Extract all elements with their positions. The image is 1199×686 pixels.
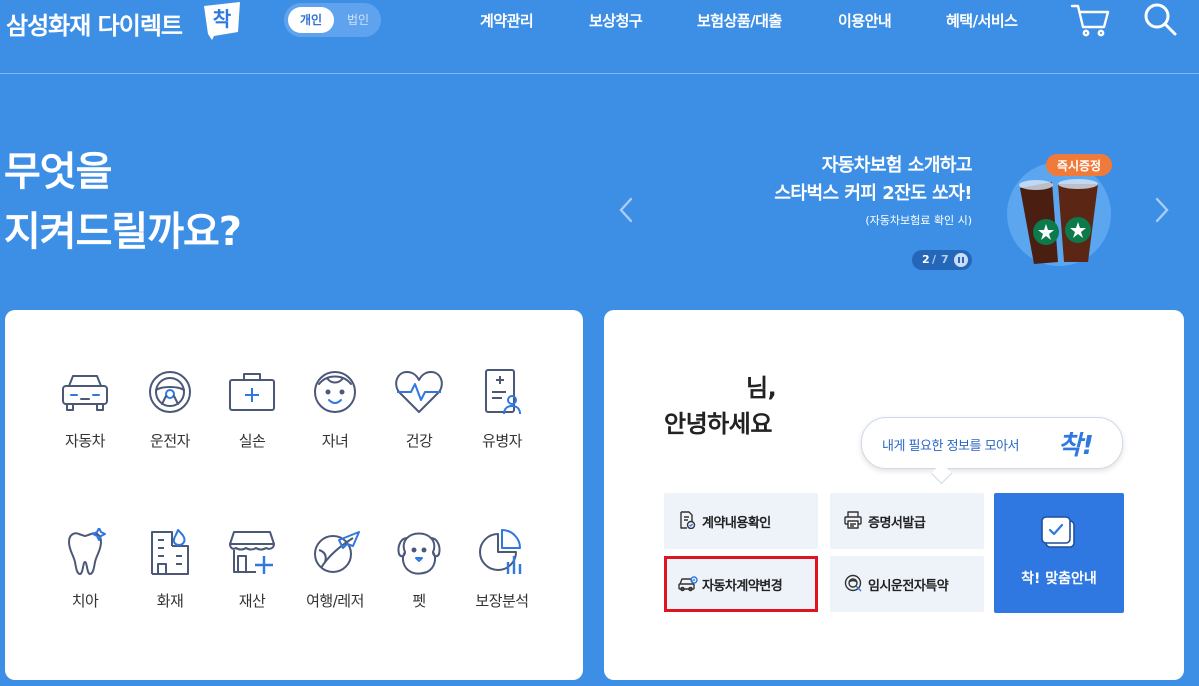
pie-chart-icon xyxy=(479,529,522,574)
steering-wheel-icon xyxy=(149,371,191,413)
category-fire[interactable]: 화재 xyxy=(128,528,212,611)
certificate-issue-button[interactable]: 증명서발급 xyxy=(830,493,984,549)
greeting-name: 님, xyxy=(746,374,777,402)
nav-products-loans[interactable]: 보험상품/대출 xyxy=(697,10,782,31)
category-label: 치아 xyxy=(71,592,99,610)
bubble-text: 내게 필요한 정보를 모아서 xyxy=(882,439,1019,454)
category-label: 재산 xyxy=(238,592,266,610)
first-aid-kit-icon xyxy=(229,373,275,411)
category-coverage-analysis[interactable]: 보장분석 xyxy=(460,528,544,611)
category-preexisting[interactable]: 유병자 xyxy=(460,368,544,451)
bubble-mark: 착! xyxy=(1058,431,1094,461)
hero-title-line1: 무엇을 xyxy=(4,149,112,195)
quick-menu-label: 임시운전자특약 xyxy=(868,579,949,594)
category-health[interactable]: 건강 xyxy=(377,368,461,451)
medical-chart-icon xyxy=(485,369,521,415)
customer-type-toggle[interactable]: 개인 법인 xyxy=(284,3,381,37)
top-header: 삼성화재 다이렉트 착 개인 법인 계약관리 보상청구 보험상품/대출 이용안내… xyxy=(0,0,1199,74)
category-label: 자녀 xyxy=(321,432,349,450)
category-driver[interactable]: 운전자 xyxy=(128,368,212,451)
temp-driver-icon xyxy=(844,574,862,592)
search-icon[interactable] xyxy=(1140,0,1180,40)
airplane-globe-icon xyxy=(314,531,360,573)
quick-menu-label: 계약내용확인 xyxy=(702,516,771,531)
cart-icon[interactable] xyxy=(1069,0,1113,40)
category-label: 펫 xyxy=(412,592,426,610)
pager-separator: / xyxy=(932,253,937,266)
brand-logo[interactable]: 삼성화재 다이렉트 xyxy=(6,6,183,41)
logo-badge-text: 착 xyxy=(213,7,232,31)
promo-note: (자동차보험료 확인 시) xyxy=(865,214,972,227)
pet-icon xyxy=(397,532,441,575)
pause-icon[interactable] xyxy=(954,253,968,267)
category-label: 보장분석 xyxy=(475,592,529,610)
tooth-icon xyxy=(68,528,106,575)
nav-benefits-services[interactable]: 혜택/서비스 xyxy=(946,10,1018,31)
category-pet[interactable]: 펫 xyxy=(377,528,461,611)
promo-line1: 자동차보험 소개하고 xyxy=(821,155,973,176)
temporary-driver-button[interactable]: 임시운전자특약 xyxy=(830,556,984,612)
document-check-icon xyxy=(680,511,696,529)
nav-usage-guide[interactable]: 이용안내 xyxy=(838,10,892,31)
category-label: 자동차 xyxy=(65,432,105,450)
quick-menu-label: 증명서발급 xyxy=(868,516,926,531)
highlight-box xyxy=(664,556,818,612)
category-label: 건강 xyxy=(405,432,433,450)
hero-title-line2: 지켜드릴까요? xyxy=(4,209,242,255)
brand-mark-icon: 착! xyxy=(1058,431,1094,461)
custom-guide-label: 착! 맞춤안내 xyxy=(1021,571,1097,587)
pager-total: 7 xyxy=(941,253,949,266)
building-fire-icon xyxy=(151,529,189,575)
category-label: 유병자 xyxy=(482,432,522,450)
greeting: 님, 안녕하세요 xyxy=(664,370,777,442)
coffee-cups-image: 즉시증정 xyxy=(1007,154,1112,266)
category-dental[interactable]: 치아 xyxy=(43,528,127,611)
category-child[interactable]: 자녀 xyxy=(293,368,377,451)
nav-claims[interactable]: 보상청구 xyxy=(589,10,643,31)
contract-details-button[interactable]: 계약내용확인 xyxy=(664,493,818,549)
insurance-category-card: 자동차 운전자 실손 자녀 건강 유병자 치아 화재 재산 여행/레저 펫 보장… xyxy=(5,310,583,680)
printer-icon xyxy=(844,511,862,529)
toggle-corporate[interactable]: 법인 xyxy=(338,7,378,33)
custom-guide-button[interactable]: 착! 맞춤안내 xyxy=(994,493,1124,613)
car-icon xyxy=(62,375,108,411)
category-label: 운전자 xyxy=(150,432,190,450)
toggle-personal[interactable]: 개인 xyxy=(288,7,334,33)
chevron-right-icon[interactable] xyxy=(1152,195,1172,225)
chevron-left-icon[interactable] xyxy=(616,195,636,225)
hero-title: 무엇을 지켜드릴까요? xyxy=(4,142,242,262)
store-icon xyxy=(229,531,275,574)
category-medical[interactable]: 실손 xyxy=(210,368,294,451)
heartbeat-icon xyxy=(395,371,443,413)
pager-current: 2 xyxy=(922,253,930,266)
child-face-icon xyxy=(314,371,356,413)
logo-badge-icon[interactable]: 착 xyxy=(200,0,244,40)
category-car[interactable]: 자동차 xyxy=(43,368,127,451)
category-label: 여행/레저 xyxy=(306,592,364,610)
info-bubble: 내게 필요한 정보를 모아서 착! xyxy=(861,417,1123,469)
nav-contract-management[interactable]: 계약관리 xyxy=(480,10,534,31)
account-card: 님, 안녕하세요 내게 필요한 정보를 모아서 착! 계약내용확인 증명서발급 xyxy=(604,310,1184,680)
category-label: 실손 xyxy=(238,432,266,450)
category-travel[interactable]: 여행/레저 xyxy=(293,528,377,611)
greeting-text: 안녕하세요 xyxy=(664,410,772,438)
promo-badge: 즉시증정 xyxy=(1057,158,1101,173)
category-property[interactable]: 재산 xyxy=(210,528,294,611)
promo-line2: 스타벅스 커피 2잔도 쏘자! xyxy=(774,183,972,204)
checkbox-stack-icon xyxy=(1041,516,1075,548)
category-label: 화재 xyxy=(156,592,184,610)
promo-banner[interactable]: 자동차보험 소개하고 스타벅스 커피 2잔도 쏘자! (자동차보험료 확인 시) xyxy=(700,152,972,228)
banner-pager: 2 / 7 xyxy=(912,250,972,270)
